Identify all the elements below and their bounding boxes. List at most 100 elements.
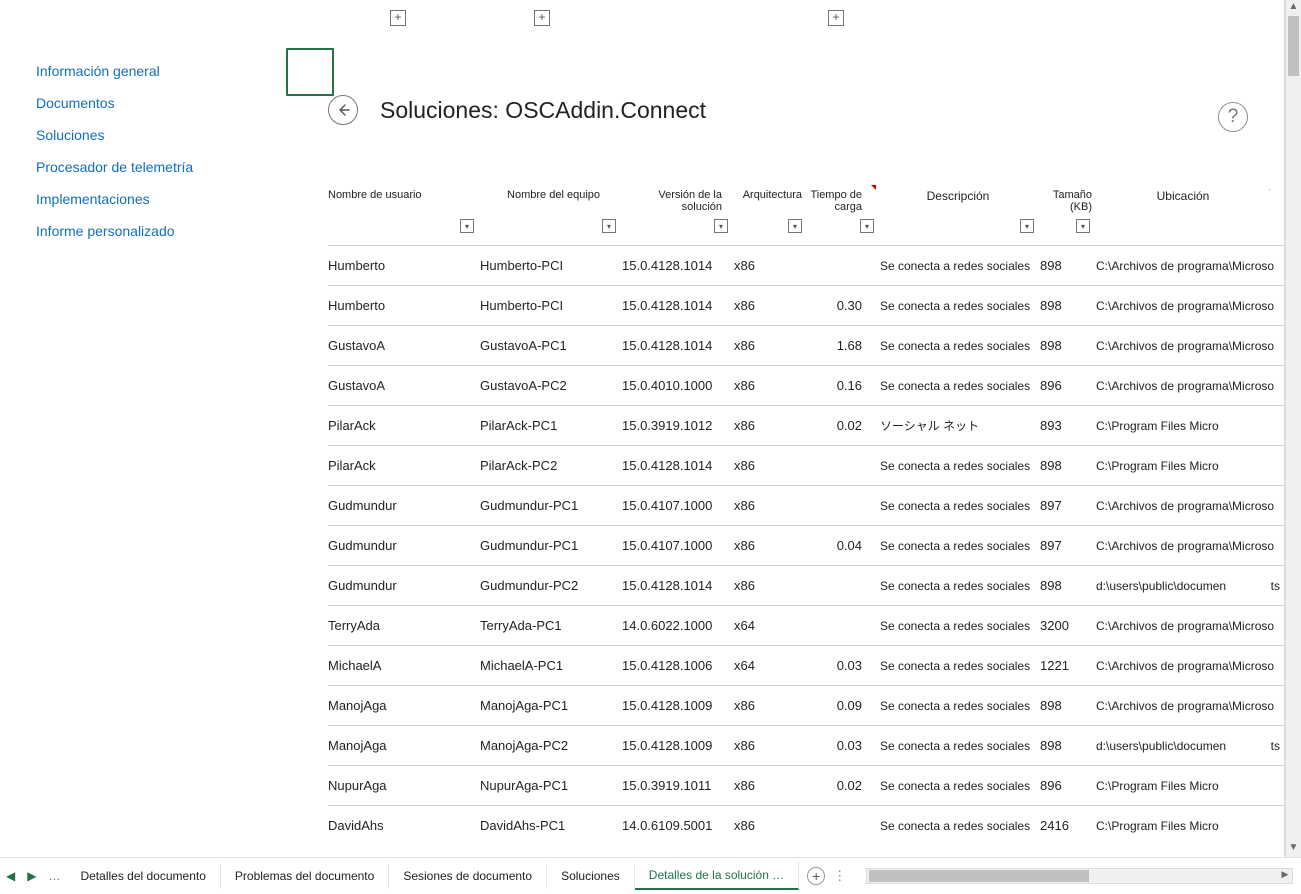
scroll-thumb[interactable] xyxy=(1288,16,1299,76)
table-row[interactable]: GudmundurGudmundur-PC215.0.4128.1014x86S… xyxy=(328,565,1284,605)
table-row[interactable]: GustavoAGustavoA-PC215.0.4010.1000x860.1… xyxy=(328,365,1284,405)
cell-version: 15.0.4128.1014 xyxy=(622,338,734,353)
cell-location: C:\Archivos de programa\Microsoft xyxy=(1096,659,1274,673)
cell-arch: x86 xyxy=(734,738,808,753)
tab-document-problems[interactable]: Problemas del documento xyxy=(221,863,389,889)
add-sheet-button[interactable]: + xyxy=(807,867,825,885)
table-row[interactable]: PilarAckPilarAck-PC215.0.4128.1014x86Se … xyxy=(328,445,1284,485)
cell-computer: Humberto-PCI xyxy=(480,258,622,273)
cell-user: PilarAck xyxy=(328,418,480,433)
table-row[interactable]: MichaelAMichaelA-PC115.0.4128.1006x640.0… xyxy=(328,645,1284,685)
sidebar-item-deployments[interactable]: Implementaciones xyxy=(0,183,284,215)
cell-location-overflow: ts xyxy=(1271,739,1280,753)
filter-load[interactable]: ▾ xyxy=(860,219,874,233)
table-row[interactable]: GustavoAGustavoA-PC115.0.4128.1014x861.6… xyxy=(328,325,1284,365)
tab-document-details[interactable]: Detalles del documento xyxy=(66,863,220,889)
table-row[interactable]: ManojAgaManojAga-PC215.0.4128.1009x860.0… xyxy=(328,725,1284,765)
filter-user[interactable]: ▾ xyxy=(460,219,474,233)
table-row[interactable]: GudmundurGudmundur-PC115.0.4107.1000x860… xyxy=(328,525,1284,565)
main-content: Soluciones: OSCAddin.Connect ? Nombre de… xyxy=(284,0,1284,857)
filter-size[interactable]: ▾ xyxy=(1076,219,1090,233)
cell-desc: Se conecta a redes sociales xyxy=(880,259,1040,273)
cell-desc: Se conecta a redes sociales xyxy=(880,739,1040,753)
cell-user: GustavoA xyxy=(328,338,480,353)
cell-size: 3200 xyxy=(1040,618,1096,633)
tab-solution-details[interactable]: Detalles de la solución … xyxy=(635,862,799,890)
cell-arch: x86 xyxy=(734,698,808,713)
cell-computer: Gudmundur-PC1 xyxy=(480,538,622,553)
cell-user: Humberto xyxy=(328,258,480,273)
table-row[interactable]: NupurAgaNupurAga-PC115.0.3919.1011x860.0… xyxy=(328,765,1284,805)
table-row[interactable]: HumbertoHumberto-PCI15.0.4128.1014x86Se … xyxy=(328,245,1284,285)
horizontal-scrollbar[interactable]: ◀ ▶ xyxy=(866,868,1293,884)
cell-load: 0.02 xyxy=(808,778,880,793)
cell-computer: Humberto-PCI xyxy=(480,298,622,313)
sidebar-item-documents[interactable]: Documentos xyxy=(0,87,284,119)
sidebar-item-solutions[interactable]: Soluciones xyxy=(0,119,284,151)
cell-user: Gudmundur xyxy=(328,578,480,593)
sheet-tab-bar: ◀ ▶ … Detalles del documento Problemas d… xyxy=(0,857,1301,894)
cell-user: PilarAck xyxy=(328,458,480,473)
cell-version: 15.0.4107.1000 xyxy=(622,498,734,513)
filter-computer[interactable]: ▾ xyxy=(602,219,616,233)
cell-load: 0.04 xyxy=(808,538,880,553)
table-row[interactable]: ManojAgaManojAga-PC115.0.4128.1009x860.0… xyxy=(328,685,1284,725)
tab-nav-prev[interactable]: ◀ xyxy=(0,869,21,883)
filter-version[interactable]: ▾ xyxy=(714,219,728,233)
cell-version: 15.0.4010.1000 xyxy=(622,378,734,393)
header-load: Tiempo de carga▾ xyxy=(808,189,880,213)
cell-size: 896 xyxy=(1040,778,1096,793)
tab-nav-next[interactable]: ▶ xyxy=(21,869,42,883)
filter-arch[interactable]: ▾ xyxy=(788,219,802,233)
scroll-up-icon[interactable]: ▲ xyxy=(1286,0,1301,16)
back-button[interactable] xyxy=(328,95,358,125)
cell-location: C:\Program Files Micro xyxy=(1096,779,1274,793)
cell-computer: DavidAhs-PC1 xyxy=(480,818,622,833)
comment-indicator-icon xyxy=(871,185,876,190)
cell-user: Gudmundur xyxy=(328,538,480,553)
cell-location: C:\Archivos de programa\Microsoft xyxy=(1096,259,1274,273)
cell-user: MichaelA xyxy=(328,658,480,673)
hscroll-right-icon[interactable]: ▶ xyxy=(1278,869,1292,883)
table-row[interactable]: GudmundurGudmundur-PC115.0.4107.1000x86S… xyxy=(328,485,1284,525)
header-version: Versión de la solución▾ xyxy=(622,189,734,213)
sidebar-item-custom-report[interactable]: Informe personalizado xyxy=(0,215,284,247)
cell-location: C:\Archivos de programa\Microsoft xyxy=(1096,299,1274,313)
tab-document-sessions[interactable]: Sesiones de documento xyxy=(389,863,547,889)
cell-computer: Gudmundur-PC1 xyxy=(480,498,622,513)
cell-desc: Se conecta a redes sociales xyxy=(880,339,1040,353)
cell-version: 15.0.4128.1014 xyxy=(622,578,734,593)
cell-computer: TerryAda-PC1 xyxy=(480,618,622,633)
sidebar-item-overview[interactable]: Información general xyxy=(0,55,284,87)
vertical-scrollbar[interactable]: ▲ ▼ xyxy=(1285,0,1301,857)
sidebar-item-telemetry[interactable]: Procesador de telemetría xyxy=(0,151,284,183)
column-headers: Nombre de usuario▾ Nombre del equipo▾ Ve… xyxy=(328,189,1284,219)
cell-version: 14.0.6109.5001 xyxy=(622,818,734,833)
tab-nav-more[interactable]: … xyxy=(42,869,66,883)
cell-desc: Se conecta a redes sociales xyxy=(880,619,1040,633)
cell-computer: PilarAck-PC2 xyxy=(480,458,622,473)
cell-load: 0.03 xyxy=(808,738,880,753)
cell-size: 1221 xyxy=(1040,658,1096,673)
cell-desc: Se conecta a redes sociales xyxy=(880,659,1040,673)
header-user: Nombre de usuario▾ xyxy=(328,189,480,213)
table-row[interactable]: PilarAckPilarAck-PC115.0.3919.1012x860.0… xyxy=(328,405,1284,445)
title-row: Soluciones: OSCAddin.Connect xyxy=(328,95,1284,125)
hscroll-thumb[interactable] xyxy=(869,870,1089,882)
cell-user: ManojAga xyxy=(328,738,480,753)
cell-version: 15.0.4128.1009 xyxy=(622,698,734,713)
tab-drag-handle-icon[interactable]: ⋮ xyxy=(833,868,846,884)
cell-desc: Se conecta a redes sociales xyxy=(880,299,1040,313)
help-button[interactable]: ? xyxy=(1218,102,1248,132)
scroll-down-icon[interactable]: ▼ xyxy=(1286,841,1301,857)
cell-version: 15.0.4128.1009 xyxy=(622,738,734,753)
table-row[interactable]: HumbertoHumberto-PCI15.0.4128.1014x860.3… xyxy=(328,285,1284,325)
cell-desc: Se conecta a redes sociales xyxy=(880,819,1040,833)
cell-size: 898 xyxy=(1040,338,1096,353)
cell-location: C:\Archivos de programa\Microsoft xyxy=(1096,499,1274,513)
filter-desc[interactable]: ▾ xyxy=(1020,219,1034,233)
tab-solutions[interactable]: Soluciones xyxy=(547,863,635,889)
table-row[interactable]: DavidAhsDavidAhs-PC114.0.6109.5001x86Se … xyxy=(328,805,1284,845)
cell-computer: NupurAga-PC1 xyxy=(480,778,622,793)
table-row[interactable]: TerryAdaTerryAda-PC114.0.6022.1000x64Se … xyxy=(328,605,1284,645)
